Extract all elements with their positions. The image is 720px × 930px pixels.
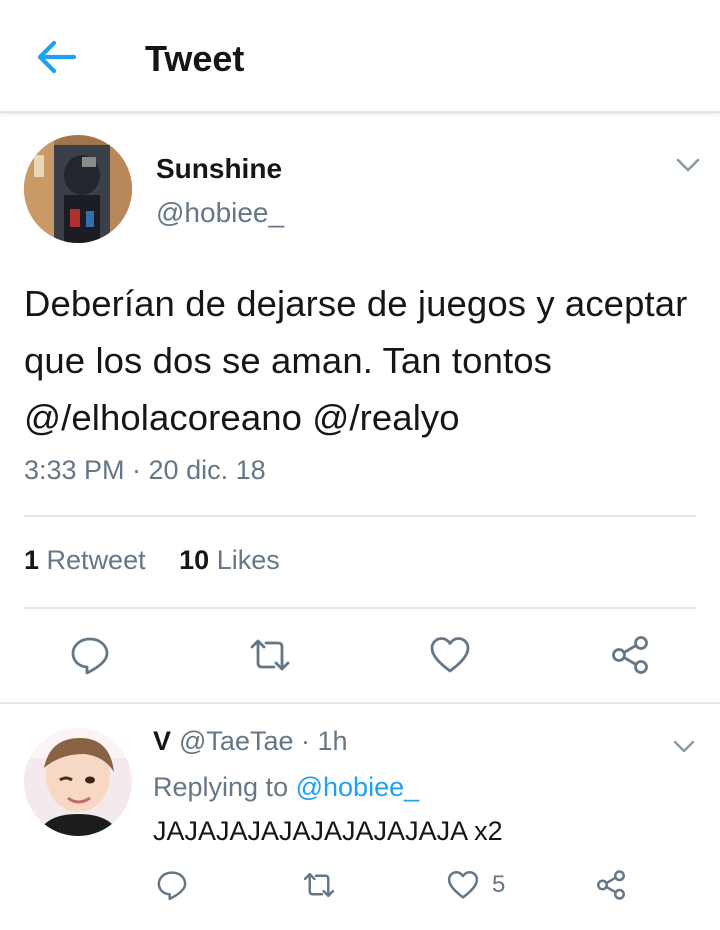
avatar[interactable] (24, 135, 132, 243)
like-button[interactable] (428, 633, 472, 677)
like-count: 10 (179, 545, 210, 575)
user-handle[interactable]: @hobiee_ (156, 197, 284, 229)
tweet-timestamp: 3:33 PM · 20 dic. 18 (24, 455, 266, 485)
reply-icon (71, 637, 109, 675)
retweet-icon (250, 639, 290, 671)
reply-button[interactable] (68, 633, 112, 677)
replying-mention-link[interactable]: @hobiee_ (296, 772, 420, 802)
share-button[interactable] (594, 868, 628, 902)
chevron-down-icon (676, 158, 700, 172)
arrow-left-icon (37, 40, 77, 74)
retweet-count: 1 (24, 545, 40, 575)
share-button[interactable] (608, 633, 652, 677)
page-title: Tweet (145, 38, 245, 79)
back-button[interactable] (30, 36, 80, 78)
reply-menu-button[interactable] (672, 738, 696, 756)
replying-to: Replying to @hobiee_ (153, 772, 419, 803)
like-label: Likes (216, 545, 280, 575)
heart-icon (447, 871, 479, 899)
reply-display-name[interactable]: V (153, 726, 171, 756)
reply-like-count: 5 (492, 871, 506, 898)
retweets-stat[interactable]: 1 Retweet (24, 545, 146, 576)
chevron-down-icon (673, 740, 695, 753)
retweet-icon (303, 872, 335, 898)
like-button[interactable] (446, 868, 480, 902)
avatar-image (24, 728, 132, 836)
reply-button[interactable] (155, 868, 189, 902)
share-icon (597, 870, 625, 900)
tweet-menu-button[interactable] (674, 155, 702, 175)
replying-prefix: Replying to (153, 772, 289, 802)
reply-handle-time: @TaeTae · 1h (179, 726, 348, 756)
retweet-button[interactable] (248, 633, 292, 677)
top-bar: Tweet (0, 0, 720, 113)
reply-text: JAJAJAJAJAJAJAJAJAJA x2 (153, 816, 503, 846)
reply-tweet[interactable]: V @TaeTae · 1h Replying to @hobiee_ JAJAJ… (0, 704, 720, 930)
share-icon (612, 636, 648, 674)
divider (24, 607, 696, 609)
tweet-text: Deberían de dejarse de juegos y aceptar … (24, 283, 688, 438)
retweet-label: Retweet (46, 545, 146, 575)
avatar[interactable] (24, 728, 132, 836)
retweet-button[interactable] (302, 868, 336, 902)
reply-header: V @TaeTae · 1h (153, 726, 348, 757)
avatar-image (24, 135, 132, 243)
likes-stat[interactable]: 10 Likes (179, 545, 280, 576)
heart-icon (430, 637, 470, 673)
display-name[interactable]: Sunshine (156, 153, 282, 185)
tweet-stats: 1 Retweet 10 Likes (24, 545, 306, 576)
main-tweet: Sunshine @hobiee_ Deberían de dejarse de… (0, 115, 720, 703)
reply-icon (157, 871, 187, 901)
divider (24, 515, 696, 517)
